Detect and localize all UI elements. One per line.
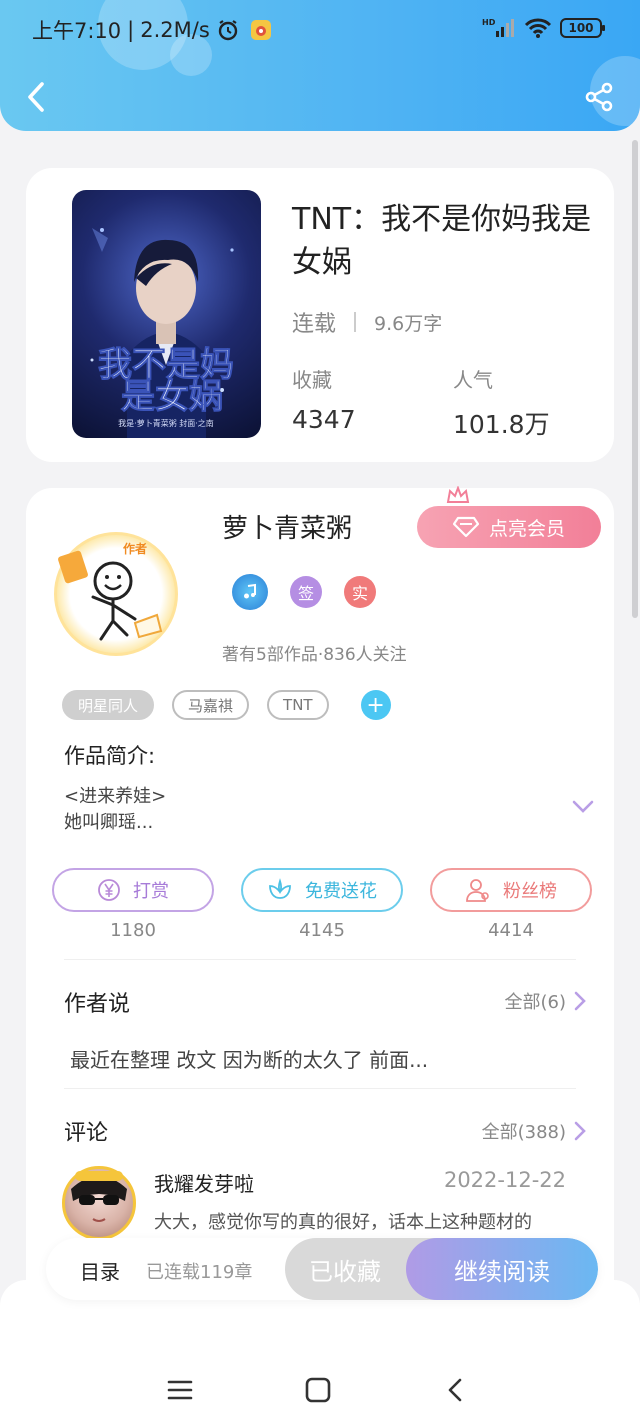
tip-count: 1180 xyxy=(110,920,156,941)
tip-button[interactable]: 打赏 xyxy=(52,868,214,912)
favorites-stat: 收藏 4347 xyxy=(292,364,356,434)
cellular-signal-icon: HD xyxy=(482,18,514,37)
author-works-count: 著有5部作品·836人关注 xyxy=(222,645,407,665)
popularity-value: 101.8万 xyxy=(453,410,550,439)
author-badges: 签 实 xyxy=(232,574,376,610)
fans-label: 粉丝榜 xyxy=(503,881,557,902)
popularity-stat: 人气 101.8万 xyxy=(453,364,550,441)
flower-icon xyxy=(269,878,291,899)
flower-count: 4145 xyxy=(299,920,345,941)
favorites-value: 4347 xyxy=(292,405,356,434)
back-icon[interactable] xyxy=(22,80,52,114)
continue-reading-button[interactable]: 继续阅读 xyxy=(406,1238,598,1300)
cartoon-avatar-illustration: 作者 xyxy=(58,541,163,641)
add-tag-button[interactable]: + xyxy=(360,690,391,720)
comment-date: 2022-12-22 xyxy=(443,1168,566,1192)
author-avatar[interactable]: 作者 xyxy=(54,532,178,656)
tag-item[interactable]: 马嘉祺 xyxy=(172,690,250,720)
diamond-icon xyxy=(452,516,479,538)
menu-icon[interactable] xyxy=(166,1376,194,1404)
tip-action: 打赏 1180 xyxy=(52,868,214,941)
commenter-avatar[interactable] xyxy=(62,1166,136,1240)
intro-heading: 作品简介: xyxy=(64,744,156,768)
fans-icon xyxy=(466,879,489,902)
reading-bottom-bar: 目录 已连载119章 已收藏 继续阅读 xyxy=(46,1238,598,1300)
vip-button[interactable]: 点亮会员 xyxy=(417,506,601,548)
home-icon[interactable] xyxy=(304,1376,332,1404)
intro-line: 她叫卿瑶... xyxy=(64,812,154,833)
book-info-card: 我不是妈 是女娲 我是·萝卜青菜粥 封面·之南 TNT：我不是你妈我是女娲 连载… xyxy=(26,168,614,462)
commenter-photo xyxy=(71,1171,127,1222)
top-header: 上午7:10 | 2.2M/s HD 100 xyxy=(0,0,640,131)
chapter-count[interactable]: 已连载119章 xyxy=(146,1258,252,1284)
status-icons: HD 100 xyxy=(482,17,605,39)
word-count: 9.6万字 xyxy=(374,312,443,335)
chevron-right-icon xyxy=(574,991,586,1011)
fans-ranking-button[interactable]: 粉丝榜 xyxy=(430,868,592,912)
expand-chevron-icon[interactable] xyxy=(572,800,594,814)
action-buttons: 打赏 1180 免费送花 4145 粉丝榜 4414 xyxy=(52,868,592,941)
cover-subtitle: 我是·萝卜青菜粥 封面·之南 xyxy=(118,418,214,428)
status-bar: 上午7:10 | 2.2M/s xyxy=(32,14,272,46)
continue-reading-label: 继续阅读 xyxy=(454,1257,550,1286)
cover-title-line2: 是女娲 xyxy=(121,377,223,417)
status-time: 上午7:10 xyxy=(32,19,122,43)
comments-more-label: 全部(388) xyxy=(481,1122,566,1143)
intro-text: <进来养娃> 她叫卿瑶... xyxy=(64,784,166,836)
fans-action: 粉丝榜 4414 xyxy=(430,868,592,941)
comments-more[interactable]: 全部(388) xyxy=(482,1118,586,1144)
status-separator: | xyxy=(127,18,135,42)
tip-label: 打赏 xyxy=(133,881,169,902)
system-navigation-bar xyxy=(0,1280,640,1423)
author-says-more-label: 全部(6) xyxy=(504,992,567,1013)
flower-label: 免费送花 xyxy=(305,881,377,902)
tag-item[interactable]: TNT xyxy=(267,690,329,720)
book-tags: 明星同人 马嘉祺 TNT + xyxy=(62,690,391,720)
favorited-label: 已收藏 xyxy=(309,1257,381,1286)
flower-action: 免费送花 4145 xyxy=(241,868,403,941)
status-speed: 2.2M/s xyxy=(140,18,210,42)
share-icon[interactable] xyxy=(584,82,614,112)
alarm-icon xyxy=(218,20,237,41)
divider xyxy=(64,1088,576,1089)
svg-text:HD: HD xyxy=(482,18,496,27)
author-says-text[interactable]: 最近在整理 改文 因为断的太久了 前面... xyxy=(70,1044,428,1073)
comments-heading: 评论 xyxy=(64,1121,109,1146)
vip-label: 点亮会员 xyxy=(488,517,565,540)
crown-icon xyxy=(446,486,470,503)
chevron-right-icon xyxy=(574,1121,586,1141)
music-badge-icon[interactable] xyxy=(232,574,268,610)
wifi-icon xyxy=(524,18,552,38)
battery-indicator: 100 xyxy=(560,18,605,38)
book-title: TNT：我不是你妈我是女娲 xyxy=(292,202,592,280)
popularity-label: 人气 xyxy=(453,368,493,392)
author-name[interactable]: 萝卜青菜粥 xyxy=(222,508,352,545)
author-badge-text: 作者 xyxy=(123,541,147,556)
divider xyxy=(64,959,576,960)
book-cover[interactable]: 我不是妈 是女娲 我是·萝卜青菜粥 封面·之南 xyxy=(72,190,261,438)
cover-illustration: 我不是妈 是女娲 我是·萝卜青菜粥 封面·之南 xyxy=(90,228,235,438)
weibo-icon xyxy=(250,20,271,40)
yen-icon xyxy=(98,879,120,901)
author-says-more[interactable]: 全部(6) xyxy=(505,988,587,1014)
nav-back-icon[interactable] xyxy=(442,1376,470,1404)
commenter-name[interactable]: 我耀发芽啦 xyxy=(154,1168,254,1197)
favorites-label: 收藏 xyxy=(292,368,332,392)
intro-line: <进来养娃> xyxy=(64,786,167,807)
tag-item[interactable]: 明星同人 xyxy=(62,690,155,720)
send-flower-button[interactable]: 免费送花 xyxy=(241,868,403,912)
verified-badge[interactable]: 实 xyxy=(344,576,376,608)
book-meta: 连载 9.6万字 xyxy=(292,306,442,338)
author-says-heading: 作者说 xyxy=(64,992,131,1017)
serial-status: 连载 xyxy=(292,312,337,337)
toc-button[interactable]: 目录 xyxy=(80,1256,120,1285)
scrollbar[interactable] xyxy=(632,140,638,618)
signed-badge[interactable]: 签 xyxy=(290,576,322,608)
meta-separator xyxy=(354,312,357,332)
fans-count: 4414 xyxy=(488,920,534,941)
